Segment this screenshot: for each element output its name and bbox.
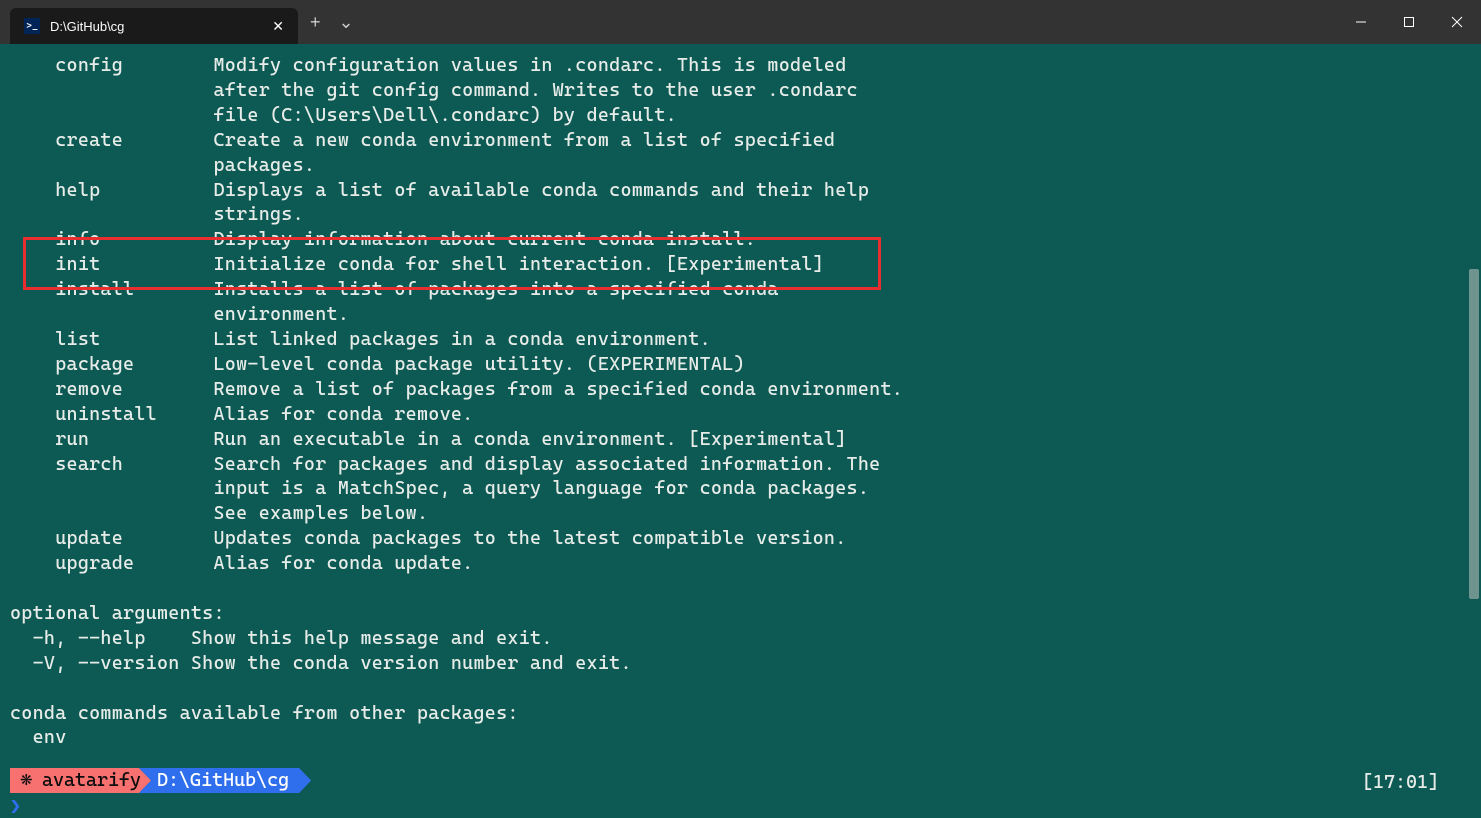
window-controls bbox=[1337, 0, 1481, 44]
scrollbar-thumb[interactable] bbox=[1469, 269, 1479, 599]
terminal-output[interactable]: config Modify configuration values in .c… bbox=[0, 44, 1481, 751]
window-titlebar: >_ D:\GitHub\cg ✕ + ⌄ bbox=[0, 0, 1481, 44]
scrollbar-track[interactable] bbox=[1467, 44, 1481, 815]
maximize-button[interactable] bbox=[1385, 0, 1433, 44]
tab-dropdown-button[interactable]: ⌄ bbox=[339, 12, 354, 33]
tab-control-group: + ⌄ bbox=[310, 12, 354, 33]
powershell-icon: >_ bbox=[24, 18, 40, 34]
close-window-button[interactable] bbox=[1433, 0, 1481, 44]
close-tab-button[interactable]: ✕ bbox=[272, 18, 284, 35]
prompt-line: avatarify D:\GitHub\cg bbox=[10, 768, 311, 793]
tab-title: D:\GitHub\cg bbox=[50, 19, 262, 34]
prompt-path-segment: D:\GitHub\cg bbox=[139, 768, 311, 793]
prompt-env-segment: avatarify bbox=[10, 768, 151, 793]
prompt-time: [17:01] bbox=[1362, 772, 1439, 793]
minimize-button[interactable] bbox=[1337, 0, 1385, 44]
new-tab-button[interactable]: + bbox=[310, 12, 321, 33]
terminal-tab[interactable]: >_ D:\GitHub\cg ✕ bbox=[10, 8, 298, 44]
